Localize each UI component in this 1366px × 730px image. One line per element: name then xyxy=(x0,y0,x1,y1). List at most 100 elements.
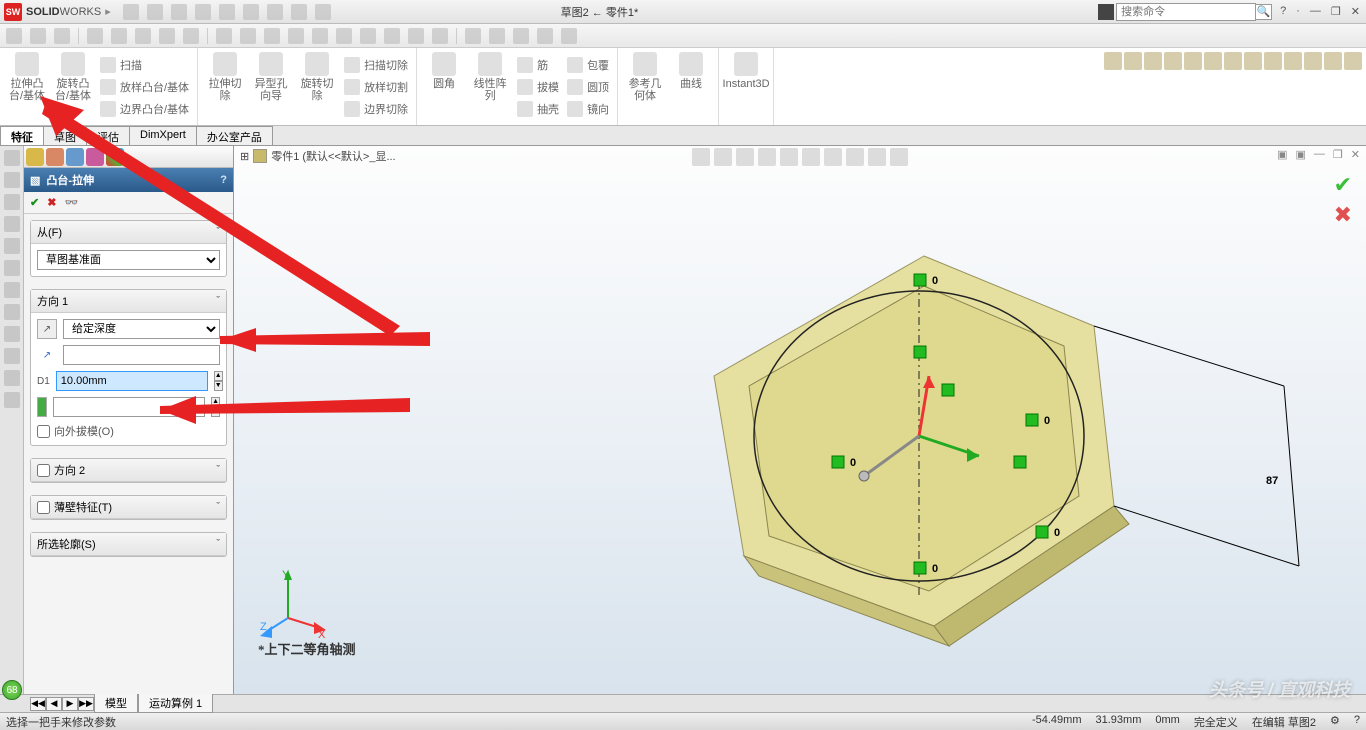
pm-tab4-icon[interactable] xyxy=(86,148,104,166)
confirm-ok-icon[interactable]: ✔ xyxy=(1334,172,1352,198)
qat-new-icon[interactable] xyxy=(123,4,139,20)
tb-i8-icon[interactable] xyxy=(408,28,424,44)
vp-close-icon[interactable]: ✕ xyxy=(1351,148,1360,161)
pm-from-select[interactable]: 草图基准面 xyxy=(37,250,220,270)
tb-i10-icon[interactable] xyxy=(465,28,481,44)
pm-tab2-icon[interactable] xyxy=(46,148,64,166)
tb-item-icon[interactable] xyxy=(54,28,70,44)
tb-section-icon[interactable] xyxy=(159,28,175,44)
tb-geom-icon[interactable] xyxy=(183,28,199,44)
sweep-cut-button[interactable]: 扫描切除 xyxy=(342,55,410,75)
rr5-icon[interactable] xyxy=(1184,52,1202,70)
tb-measure-icon[interactable] xyxy=(111,28,127,44)
model-preview[interactable]: 0 0 0 0 0 87 xyxy=(534,226,1314,656)
pm-contour-section[interactable]: 所选轮廓(S)ˇ xyxy=(30,532,227,557)
hut-hide-icon[interactable] xyxy=(824,148,842,166)
search-button[interactable]: 🔍 xyxy=(1256,4,1272,20)
hut-scene-icon[interactable] xyxy=(846,148,864,166)
btab-prev-button[interactable]: ◀ xyxy=(46,697,62,711)
tb-i5-icon[interactable] xyxy=(336,28,352,44)
pm-depth-input[interactable] xyxy=(56,371,208,391)
tab-evaluate[interactable]: 评估 xyxy=(86,126,130,145)
loft-cut-button[interactable]: 放样切割 xyxy=(342,77,410,97)
pm-tab1-icon[interactable] xyxy=(26,148,44,166)
hut-appear-icon[interactable] xyxy=(868,148,886,166)
pm-endcondition-select[interactable]: 给定深度 xyxy=(63,319,220,339)
vp-restore-icon[interactable]: ▣ xyxy=(1277,148,1287,161)
lw2-icon[interactable] xyxy=(4,172,20,188)
pm-dir2-section[interactable]: 方向 2ˇ xyxy=(30,458,227,483)
rr8-icon[interactable] xyxy=(1244,52,1262,70)
tb-i2-icon[interactable] xyxy=(240,28,256,44)
pm-cancel-button[interactable]: ✖ xyxy=(47,196,56,209)
qat-print-icon[interactable] xyxy=(195,4,211,20)
chevron-up-icon[interactable]: ˇ xyxy=(216,295,220,307)
pm-help-button[interactable]: ? xyxy=(220,174,227,186)
tb-sum-icon[interactable] xyxy=(312,28,328,44)
lw12-icon[interactable] xyxy=(4,392,20,408)
pm-thin-section[interactable]: 薄壁特征(T)ˇ xyxy=(30,495,227,520)
rr10-icon[interactable] xyxy=(1284,52,1302,70)
curves-button[interactable]: 曲线 xyxy=(670,50,712,122)
fillet-button[interactable]: 圆角 xyxy=(423,50,465,122)
rr11-icon[interactable] xyxy=(1304,52,1322,70)
lw8-icon[interactable] xyxy=(4,304,20,320)
depth-spin-up[interactable]: ▲ xyxy=(214,371,223,381)
vp-restore2-icon[interactable]: ▣ xyxy=(1296,148,1306,161)
qat-undo-icon[interactable] xyxy=(219,4,235,20)
shell-button[interactable]: 抽壳 xyxy=(515,99,561,119)
loft-boss-button[interactable]: 放样凸台/基体 xyxy=(98,77,191,97)
tab-office[interactable]: 办公室产品 xyxy=(196,126,273,145)
minimize-button[interactable]: — xyxy=(1310,5,1321,18)
hut-section-icon[interactable] xyxy=(758,148,776,166)
flyout-feature-tree[interactable]: ⊞零件1 (默认<<默认>_显... xyxy=(240,148,396,164)
extrude-cut-button[interactable]: 拉伸切除 xyxy=(204,50,246,122)
rr1-icon[interactable] xyxy=(1104,52,1122,70)
instant3d-button[interactable]: Instant3D xyxy=(725,50,767,122)
btab-next-button[interactable]: ▶ xyxy=(62,697,78,711)
tab-dimxpert[interactable]: DimXpert xyxy=(129,126,197,145)
qat-redo-icon[interactable] xyxy=(243,4,259,20)
tb-i11-icon[interactable] xyxy=(489,28,505,44)
rib-button[interactable]: 筋 xyxy=(515,55,561,75)
extrude-boss-button[interactable]: 拉伸凸台/基体 xyxy=(6,50,48,122)
dome-button[interactable]: 圆顶 xyxy=(565,77,611,97)
direction-arrow-icon[interactable]: ↗ xyxy=(37,345,57,365)
tb-i6-icon[interactable] xyxy=(360,28,376,44)
lw3-icon[interactable] xyxy=(4,194,20,210)
tb-i9-icon[interactable] xyxy=(432,28,448,44)
qat-options-icon[interactable] xyxy=(315,4,331,20)
boundary-cut-button[interactable]: 边界切除 xyxy=(342,99,410,119)
tb-i13-icon[interactable] xyxy=(537,28,553,44)
tb-i3-icon[interactable] xyxy=(264,28,280,44)
wrap-button[interactable]: 包覆 xyxy=(565,55,611,75)
lw11-icon[interactable] xyxy=(4,370,20,386)
tb-i7-icon[interactable] xyxy=(384,28,400,44)
draft-outward-check[interactable]: 向外拔模(O) xyxy=(37,423,114,439)
lw9-icon[interactable] xyxy=(4,326,20,342)
depth-spin-down[interactable]: ▼ xyxy=(214,381,223,391)
hut-zoomfit-icon[interactable] xyxy=(692,148,710,166)
rr3-icon[interactable] xyxy=(1144,52,1162,70)
lw1-icon[interactable] xyxy=(4,150,20,166)
chevron-up-icon[interactable]: ˇ xyxy=(216,226,220,238)
chevron-down-icon[interactable]: ˇ xyxy=(216,538,220,550)
lw10-icon[interactable] xyxy=(4,348,20,364)
draft-icon[interactable] xyxy=(37,397,47,417)
hut-zoomarea-icon[interactable] xyxy=(714,148,732,166)
graphics-viewport[interactable]: ⊞零件1 (默认<<默认>_显... ▣▣ —❐✕ ✔ ✖ xyxy=(234,146,1366,694)
lw5-icon[interactable] xyxy=(4,238,20,254)
chevron-down-icon[interactable]: ˇ xyxy=(216,501,220,513)
tab-sketch[interactable]: 草图 xyxy=(43,126,87,145)
revolve-cut-button[interactable]: 旋转切除 xyxy=(296,50,338,122)
tb-mass-icon[interactable] xyxy=(135,28,151,44)
tb-screenshot-icon[interactable] xyxy=(6,28,22,44)
dir2-enable-check[interactable] xyxy=(37,464,50,477)
help-button[interactable]: ? xyxy=(1280,5,1286,18)
draft-button[interactable]: 拔模 xyxy=(515,77,561,97)
tab-features[interactable]: 特征 xyxy=(0,126,44,145)
lw6-icon[interactable] xyxy=(4,260,20,276)
draft-spin-down[interactable]: ▼ xyxy=(211,407,220,417)
tb-abc-icon[interactable] xyxy=(87,28,103,44)
pm-tab5-icon[interactable] xyxy=(106,148,124,166)
